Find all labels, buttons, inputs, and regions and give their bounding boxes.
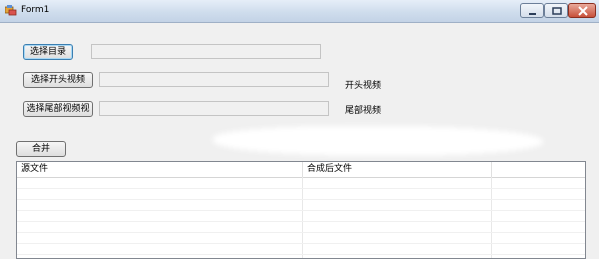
- title-bar[interactable]: Form1: [0, 0, 599, 23]
- list-row[interactable]: [17, 178, 585, 189]
- minimize-button[interactable]: [520, 3, 544, 18]
- close-button[interactable]: [568, 3, 596, 18]
- file-list-view[interactable]: 源文件 合成后文件: [16, 161, 586, 259]
- maximize-button[interactable]: [544, 3, 568, 18]
- list-row[interactable]: [17, 200, 585, 211]
- form-client-area: 选择目录 选择开头视频 开头视频 选择尾部视频视 尾部视频 合并 源文件 合成后…: [0, 23, 599, 259]
- minimize-icon: [529, 13, 536, 15]
- list-row[interactable]: [17, 222, 585, 233]
- redaction-mark: [213, 126, 543, 156]
- list-row[interactable]: [17, 211, 585, 222]
- outro-video-path-field[interactable]: [99, 101, 329, 116]
- list-row[interactable]: [17, 244, 585, 255]
- select-outro-video-button[interactable]: 选择尾部视频视: [23, 101, 93, 117]
- select-directory-button[interactable]: 选择目录: [23, 44, 73, 60]
- column-header-merged[interactable]: 合成后文件: [303, 162, 492, 177]
- directory-path-field[interactable]: [91, 44, 321, 59]
- list-header: 源文件 合成后文件: [17, 162, 585, 178]
- intro-video-label: 开头视频: [345, 81, 382, 91]
- window-title: Form1: [21, 5, 50, 15]
- merge-button[interactable]: 合并: [16, 141, 66, 157]
- form-app-icon: [5, 5, 17, 16]
- intro-video-path-field[interactable]: [99, 72, 329, 87]
- outro-video-label: 尾部视频: [345, 106, 382, 116]
- close-icon: [578, 6, 588, 16]
- column-header-extra[interactable]: [492, 162, 585, 177]
- list-row[interactable]: [17, 189, 585, 200]
- maximize-icon: [552, 7, 562, 15]
- list-row[interactable]: [17, 233, 585, 244]
- column-header-source[interactable]: 源文件: [17, 162, 303, 177]
- select-intro-video-button[interactable]: 选择开头视频: [23, 72, 93, 88]
